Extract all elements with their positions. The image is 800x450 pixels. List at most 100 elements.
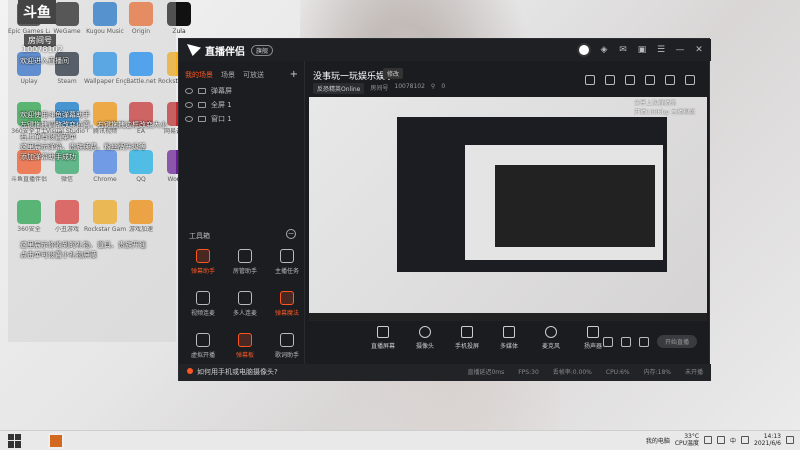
stat-item: 直播延迟0ms — [467, 369, 505, 376]
avatar[interactable] — [577, 43, 591, 57]
gear-icon[interactable] — [638, 336, 649, 347]
tool-button[interactable]: 弹幕助手 — [183, 249, 223, 275]
menu-icon[interactable]: ☰ — [655, 44, 667, 56]
app-name: 直播伴侣 — [205, 46, 245, 58]
windows-start-icon[interactable] — [8, 433, 22, 448]
taskbar-app-live-companion[interactable] — [48, 432, 64, 449]
battery-icon[interactable] — [741, 436, 750, 444]
tool-label: 弹幕板 — [235, 352, 254, 359]
tool-icon — [238, 249, 252, 263]
tool-label: 多人连麦 — [232, 310, 257, 317]
tool-button[interactable]: 虚拟开播 — [183, 333, 223, 359]
tool-icon — [280, 333, 294, 347]
lock-icon[interactable] — [198, 102, 206, 108]
source-item[interactable]: 全屏 1 — [179, 98, 304, 112]
lock-icon[interactable] — [198, 88, 206, 94]
media-button[interactable]: 多媒体 — [495, 324, 523, 350]
source-item[interactable]: 窗口 1 — [179, 112, 304, 126]
tab-scene[interactable]: 场景 — [221, 70, 235, 80]
version-badge: 旗舰 — [251, 44, 274, 56]
notification-icon[interactable] — [786, 436, 794, 444]
help-link[interactable]: 如何用手机或电脑摄像头? 直播延迟0ms FPS:30 丢帧率:0.00% CP… — [179, 364, 711, 381]
skin-icon[interactable]: ▣ — [636, 44, 648, 56]
eye-icon[interactable] — [185, 102, 193, 108]
viewer-icon: ⚲ — [430, 83, 436, 90]
tab-my-scene[interactable]: 我的场景 — [185, 70, 213, 80]
tool-label: 视频连麦 — [190, 310, 215, 317]
eye-icon[interactable] — [185, 88, 193, 94]
game-icon[interactable] — [665, 75, 675, 85]
tool-icon — [196, 333, 210, 347]
tool-icon — [238, 291, 252, 305]
modify-title-button[interactable]: 修改 — [383, 68, 404, 79]
source-item[interactable]: 弹幕屏 — [179, 84, 304, 98]
danmu-assistant-overlay[interactable]: 斗鱼 房间号 10078102 欢迎进入直播间 欢迎使用斗鱼弹幕助手 左键拖拽调… — [8, 0, 176, 342]
preview-nested-window — [397, 117, 667, 272]
tab-broadcast[interactable]: 可放送 — [243, 70, 264, 80]
category-badge[interactable]: 反恐精英Online — [313, 83, 365, 94]
eye-icon[interactable] — [185, 116, 193, 122]
camera-button[interactable]: 摄像头 — [411, 324, 439, 350]
collapse-icon[interactable]: − — [286, 229, 296, 239]
screen-button[interactable]: 直播屏幕 — [369, 324, 397, 350]
tool-button[interactable]: 房管助手 — [225, 249, 265, 275]
stat-item: 内存:18% — [643, 369, 671, 376]
add-scene-button[interactable]: + — [290, 69, 298, 80]
tool-button[interactable]: 弹幕板 — [225, 333, 265, 359]
mic-button[interactable]: 麦克风 — [537, 324, 565, 350]
source-label: 弹幕屏 — [211, 87, 232, 95]
shield-icon[interactable]: ◈ — [598, 44, 610, 56]
share-icon[interactable] — [605, 75, 615, 85]
go-live-button[interactable]: 开始直播 — [656, 335, 697, 348]
stat-item: CPU:6% — [605, 369, 630, 376]
lock-icon[interactable] — [198, 116, 206, 122]
ime-indicator[interactable]: 中 — [730, 436, 736, 445]
phone-cast-button[interactable]: 手机投屏 — [453, 324, 481, 350]
tool-icon — [238, 333, 252, 347]
tool-button[interactable]: 歌词助手 — [267, 333, 307, 359]
stat-item: 未开播 — [684, 369, 703, 376]
tool-button[interactable]: 主播任务 — [267, 249, 307, 275]
clock-time[interactable]: 14:13 — [754, 433, 781, 440]
tool-button[interactable]: 弹幕魔法 — [267, 291, 307, 317]
room-label: 房间号 — [370, 85, 389, 92]
guide-line: 这里展示弹幕、贵族续费、粉丝牌升级等 — [20, 143, 146, 151]
network-icon[interactable] — [704, 436, 713, 444]
greeting-line: 欢迎进入直播间 — [20, 57, 69, 65]
speaker-icon — [587, 326, 599, 338]
volume-icon[interactable] — [717, 436, 726, 444]
titlebar[interactable]: 直播伴侣 旗舰 ◈ ✉ ▣ ☰ — ✕ — [179, 39, 711, 61]
preview-overlay-line: 分享上次直播完 — [634, 100, 677, 107]
tool-icon — [196, 249, 210, 263]
tool-label: 歌词助手 — [274, 352, 299, 359]
room-id: 10078102 — [22, 45, 63, 54]
record-icon[interactable] — [602, 336, 613, 347]
settings-icon[interactable] — [645, 75, 655, 85]
camera-icon — [419, 326, 431, 338]
app-logo-icon — [187, 44, 201, 56]
tool-icon — [280, 249, 294, 263]
info-icon — [187, 368, 193, 374]
tool-label: 虚拟开播 — [190, 352, 215, 359]
clock-icon[interactable] — [620, 336, 631, 347]
guide-line: 左键拖拽调整改变位置，右键拖拽边框改变大小 — [20, 121, 167, 129]
tool-label: 房管助手 — [232, 268, 257, 275]
minimize-icon[interactable]: — — [674, 44, 686, 56]
guide-line: 添加弹幕助手成功 — [20, 153, 76, 161]
gift-icon[interactable] — [585, 75, 595, 85]
computer-label[interactable]: 我的电脑 — [646, 436, 670, 445]
tool-label: 主播任务 — [274, 268, 299, 275]
tool-button[interactable]: 视频连麦 — [183, 291, 223, 317]
close-icon[interactable]: ✕ — [693, 44, 705, 56]
clock-date[interactable]: 2021/6/6 — [754, 440, 781, 447]
live-companion-window[interactable]: 直播伴侣 旗舰 ◈ ✉ ▣ ☰ — ✕ 我的场景 场景 可放送 + 弹幕屏 全屏… — [178, 38, 711, 381]
tool-button[interactable]: 多人连麦 — [225, 291, 265, 317]
douyu-logo: 斗鱼 — [18, 0, 56, 24]
link-icon[interactable] — [685, 75, 695, 85]
mail-icon[interactable]: ✉ — [617, 44, 629, 56]
room-header: 没事玩一玩娱乐娱乐 修改 反恐精英Online 房间号 10078102 ⚲ 0 — [307, 65, 707, 99]
stream-preview[interactable]: 分享上次直播完 开播100Kbp 主播视频 — [309, 97, 707, 321]
toolbox-title: 工具箱 — [189, 232, 210, 240]
room-number: 10078102 — [394, 83, 425, 90]
lock-room-icon[interactable] — [625, 75, 635, 85]
